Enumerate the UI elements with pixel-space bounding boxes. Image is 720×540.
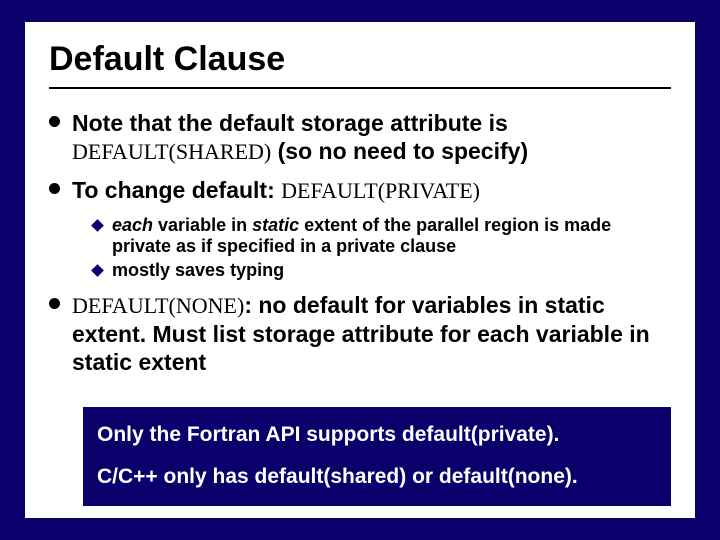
bullet-1-prefix: Note that the default storage attribute … bbox=[72, 110, 508, 136]
footer-note: Only the Fortran API supports default(pr… bbox=[83, 407, 671, 506]
bullet-dot-icon bbox=[49, 298, 60, 309]
footer-line-2: C/C++ only has default(shared) or defaul… bbox=[97, 461, 657, 493]
bullet-2-sub-1-text: each variable in static extent of the pa… bbox=[112, 215, 671, 258]
bullet-dot-icon bbox=[49, 183, 60, 194]
slide-title: Default Clause bbox=[49, 40, 671, 79]
bullet-3-text: DEFAULT(NONE): no default for variables … bbox=[72, 291, 671, 376]
bullet-2-sub-2: mostly saves typing bbox=[93, 260, 671, 282]
bullet-2-sub-1: each variable in static extent of the pa… bbox=[93, 215, 671, 258]
bullet-2-prefix: To change default: bbox=[72, 177, 281, 203]
diamond-icon bbox=[91, 219, 104, 232]
slide-panel: Default Clause Note that the default sto… bbox=[25, 22, 695, 518]
footer-gap bbox=[97, 451, 657, 461]
title-rule bbox=[49, 87, 671, 89]
bullet-dot-icon bbox=[49, 116, 60, 127]
bullet-2-sub-2-text: mostly saves typing bbox=[112, 260, 284, 282]
bullet-2-text: To change default: DEFAULT(PRIVATE) bbox=[72, 176, 480, 205]
bullet-1: Note that the default storage attribute … bbox=[49, 109, 671, 166]
footer-line-1: Only the Fortran API supports default(pr… bbox=[97, 419, 657, 451]
diamond-icon bbox=[91, 264, 104, 277]
bullet-1-text: Note that the default storage attribute … bbox=[72, 109, 671, 166]
bullet-2-mono: DEFAULT(PRIVATE) bbox=[281, 178, 480, 203]
bullet-1-suffix: (so no need to specify) bbox=[271, 138, 528, 164]
bullet-2: To change default: DEFAULT(PRIVATE) bbox=[49, 176, 671, 205]
bullet-3-mono: DEFAULT(NONE) bbox=[72, 293, 244, 318]
bullet-3: DEFAULT(NONE): no default for variables … bbox=[49, 291, 671, 376]
bullet-1-mono: DEFAULT(SHARED) bbox=[72, 139, 271, 164]
